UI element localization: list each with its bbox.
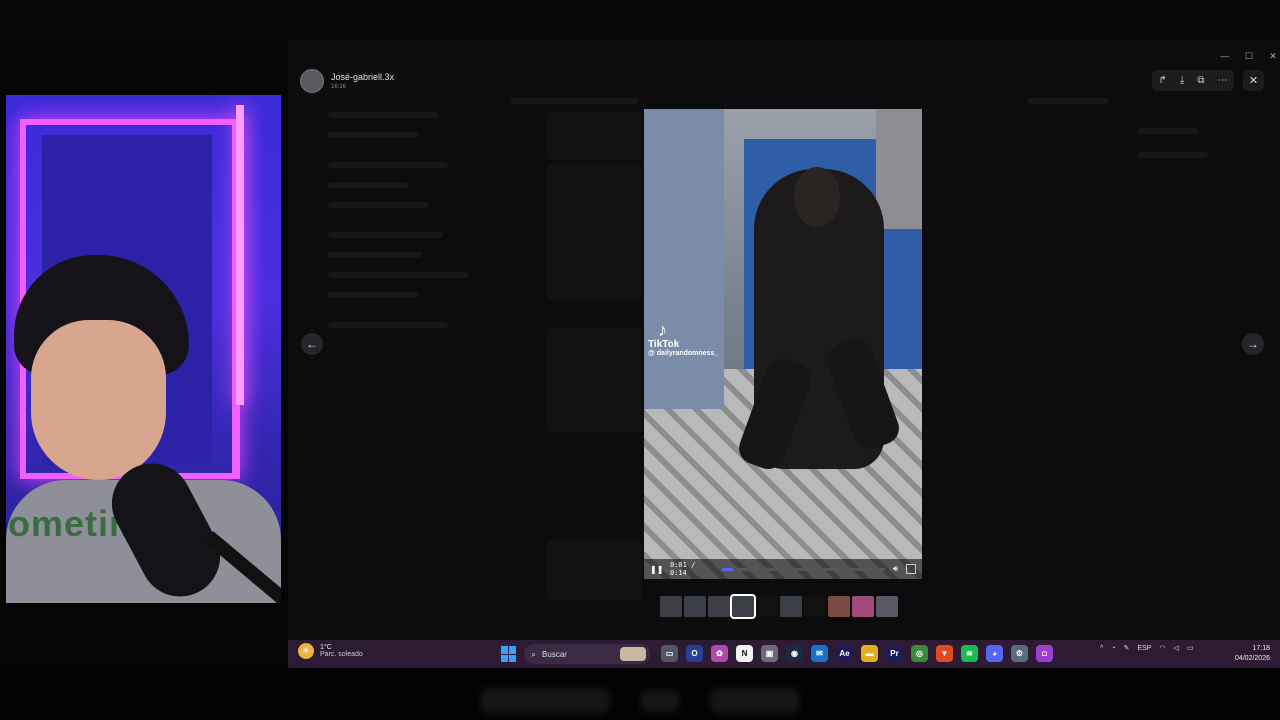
pause-icon[interactable]: ❚❚ xyxy=(650,565,663,574)
media-thumbnail[interactable] xyxy=(828,596,850,617)
brave-icon[interactable]: ▼ xyxy=(936,645,953,662)
media-thumbnail[interactable] xyxy=(804,596,826,617)
task-view-icon[interactable]: ▭ xyxy=(661,645,678,662)
discord-icon[interactable]: ◕ xyxy=(986,645,1003,662)
chevron-up-icon[interactable]: ^ xyxy=(1100,645,1103,652)
tiktok-handle: @ dailyrandomness_ xyxy=(648,350,719,357)
maximize-icon[interactable]: ☐ xyxy=(1244,51,1254,62)
weather-description: Parc. soleado xyxy=(320,651,363,658)
tray-app-icon[interactable]: ✎ xyxy=(1124,644,1130,652)
media-viewer-toolbar: ↱ ⤓ ⧉ ⋯ xyxy=(1152,70,1234,91)
start-button[interactable] xyxy=(501,646,517,662)
previous-media-button[interactable]: ← xyxy=(301,333,323,355)
close-window-icon[interactable]: ✕ xyxy=(1268,51,1278,62)
media-viewer-header: José-gabriell.3x 16:16 xyxy=(300,66,394,96)
settings-icon[interactable]: ⚙ xyxy=(1011,645,1028,662)
search-icon: ⌕ xyxy=(531,648,537,659)
after-effects-icon[interactable]: Ae xyxy=(836,645,853,662)
clock-date: 04/02/2026 xyxy=(1234,655,1270,662)
media-thumbnail[interactable] xyxy=(660,596,682,617)
window-controls: — ☐ ✕ xyxy=(1220,51,1278,62)
explorer-icon[interactable]: ▬ xyxy=(861,645,878,662)
open-external-icon[interactable]: ⧉ xyxy=(1197,75,1204,86)
search-highlight-image xyxy=(620,647,646,661)
screen: ometimes José-gabriell.3x 16:16 — ☐ ✕ ↱ … xyxy=(0,0,1280,720)
video-player[interactable]: ♪ TikTok @ dailyrandomness_ ❚❚ 0:01 / 0:… xyxy=(644,109,922,579)
video-time: 0:01 / 0:14 xyxy=(670,561,696,577)
download-icon[interactable]: ⤓ xyxy=(1180,75,1184,86)
video-controls: ❚❚ 0:01 / 0:14 🔊︎ xyxy=(644,559,922,579)
wifi-icon[interactable]: ◠ xyxy=(1159,644,1165,652)
more-icon[interactable]: ⋯ xyxy=(1217,75,1227,86)
close-viewer-button[interactable]: ✕ xyxy=(1243,70,1264,91)
windows-taskbar: ☀ 1°C Parc. soleado ⌕ Buscar ▭ O ✿ N ▣ ◉ ✉ Ae ▬ P… xyxy=(288,640,1280,668)
minimize-icon[interactable]: — xyxy=(1220,51,1230,62)
seek-bar[interactable] xyxy=(722,567,885,571)
message-timestamp: 16:16 xyxy=(331,84,347,90)
media-thumbnail[interactable] xyxy=(876,596,898,617)
author-username[interactable]: José-gabriell.3x xyxy=(331,72,394,82)
taskbar-clock[interactable]: 17:18 04/02/2026 xyxy=(1235,644,1270,664)
taskbar-search[interactable]: ⌕ Buscar xyxy=(524,644,650,664)
tiktok-label: TikTok xyxy=(648,339,680,350)
weather-icon: ☀ xyxy=(298,643,314,659)
app-purple-icon[interactable]: ◘ xyxy=(1036,645,1053,662)
battery-icon[interactable]: ▭ xyxy=(1187,644,1194,652)
volume-icon[interactable]: 🔊︎ xyxy=(893,564,898,574)
search-placeholder: Buscar xyxy=(542,649,567,659)
capture-icon[interactable]: ▣ xyxy=(761,645,778,662)
background-bottom xyxy=(0,668,1280,720)
mail-icon[interactable]: ✉ xyxy=(811,645,828,662)
media-thumbnail[interactable] xyxy=(852,596,874,617)
media-thumbnail-strip xyxy=(660,594,898,619)
seek-progress xyxy=(722,567,734,571)
media-thumbnail[interactable] xyxy=(708,596,730,617)
forward-icon[interactable]: ↱ xyxy=(1159,75,1167,86)
media-thumbnail[interactable] xyxy=(756,596,778,617)
browser-o-icon[interactable]: O xyxy=(686,645,703,662)
media-thumbnail[interactable] xyxy=(780,596,802,617)
tiktok-icon: ♪ xyxy=(658,320,667,340)
language-indicator[interactable]: ESP xyxy=(1137,645,1151,652)
system-tray: ^ ◔ ✎ ESP ◠ ◁ ▭ xyxy=(1100,644,1194,653)
webcam-overlay: ometimes xyxy=(6,95,281,603)
weather-widget[interactable]: ☀ 1°C Parc. soleado xyxy=(298,643,363,659)
notion-icon[interactable]: N xyxy=(736,645,753,662)
steam-icon[interactable]: ◉ xyxy=(786,645,803,662)
media-thumbnail[interactable] xyxy=(684,596,706,617)
taskbar-apps: ▭ O ✿ N ▣ ◉ ✉ Ae ▬ Pr ◎ ▼ ≋ ◕ ⚙ ◘ xyxy=(661,645,1053,662)
media-thumbnail-active[interactable] xyxy=(730,594,756,619)
spotify-icon[interactable]: ≋ xyxy=(961,645,978,662)
photos-icon[interactable]: ✿ xyxy=(711,645,728,662)
weather-temperature: 1°C xyxy=(320,644,332,651)
tray-app-icon[interactable]: ◔ xyxy=(1111,645,1115,652)
next-media-button[interactable]: → xyxy=(1242,333,1264,355)
volume-icon[interactable]: ◁ xyxy=(1174,644,1179,652)
tiktok-watermark: ♪ TikTok @ dailyrandomness_ xyxy=(648,321,732,357)
chrome-icon[interactable]: ◎ xyxy=(911,645,928,662)
fullscreen-icon[interactable] xyxy=(906,564,916,574)
premiere-icon[interactable]: Pr xyxy=(886,645,903,662)
clock-time: 17:18 xyxy=(1252,645,1270,652)
background-titlebar xyxy=(0,0,1280,40)
avatar[interactable] xyxy=(300,69,324,93)
